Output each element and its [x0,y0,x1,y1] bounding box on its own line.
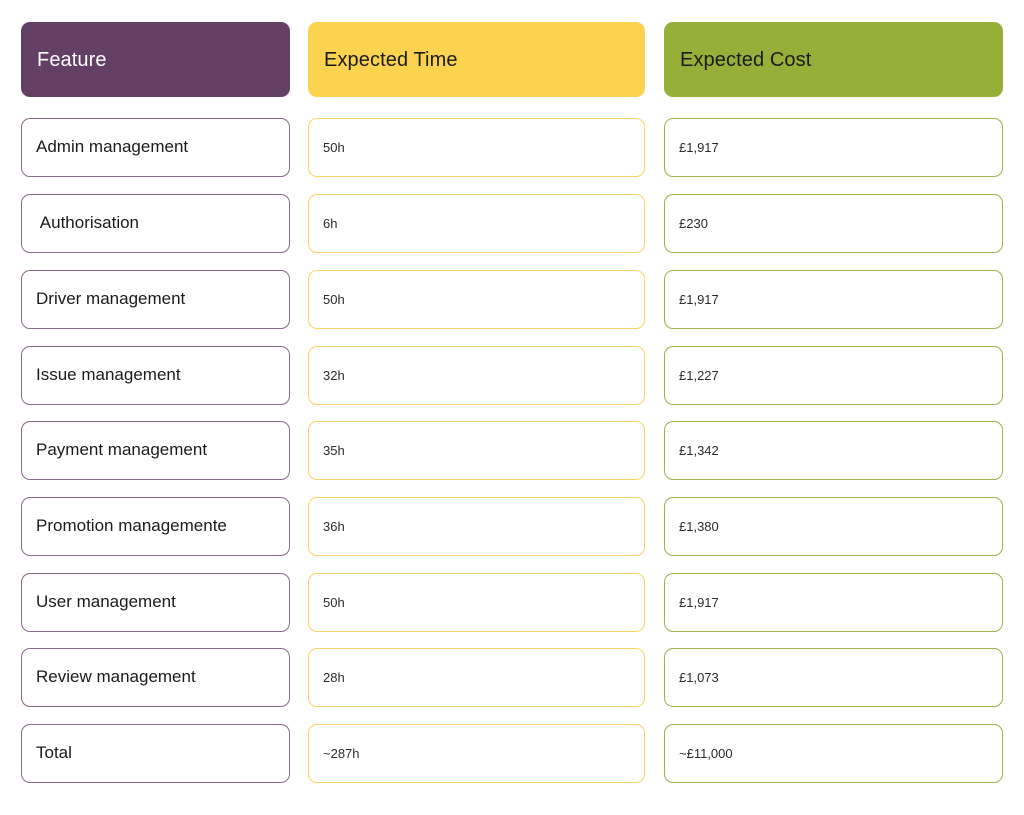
column-expected-cost: Expected Cost £1,917 £230 £1,917 £1,227 … [664,0,1003,815]
table-row-total: ~£11,000 [664,724,1003,783]
cell-expected-cost: £1,917 [679,594,719,610]
table-row: User management [21,573,290,632]
cell-feature: Payment management [36,440,208,460]
cell-expected-time: 36h [323,518,345,534]
table-row: £1,380 [664,497,1003,556]
cell-expected-cost: £1,380 [679,518,719,534]
column-header-feature: Feature [21,22,290,97]
column-header-expected-time-label: Expected Time [324,48,458,71]
cell-expected-time: 50h [323,291,345,307]
cell-expected-time: 50h [323,594,345,610]
cell-expected-cost: £1,073 [679,669,719,685]
cell-expected-time: 32h [323,367,345,383]
table-row: £230 [664,194,1003,253]
column-feature: Feature Admin management Authorisation D… [21,0,290,815]
column-header-feature-label: Feature [37,48,107,71]
table-row: Issue management [21,346,290,405]
table-row: Driver management [21,270,290,329]
cell-expected-cost: £1,342 [679,442,719,458]
table-row: 50h [308,270,645,329]
cell-expected-time: 28h [323,669,345,685]
table-row: £1,227 [664,346,1003,405]
cell-feature: Driver management [36,289,186,309]
table-row: 6h [308,194,645,253]
cell-feature: Issue management [36,365,181,385]
column-expected-time: Expected Time 50h 6h 50h 32h 35h 36h 50h… [308,0,645,815]
table-row: 50h [308,573,645,632]
table-row: £1,917 [664,270,1003,329]
cell-feature: Promotion managemente [36,516,227,536]
cell-expected-cost: £1,917 [679,139,719,155]
table-row: £1,073 [664,648,1003,707]
cell-feature: User management [36,592,176,612]
table-row: Payment management [21,421,290,480]
column-header-expected-time: Expected Time [308,22,645,97]
table-row: Review management [21,648,290,707]
cell-expected-time: 6h [323,215,338,231]
cell-expected-time-total: ~287h [323,745,360,761]
table-row: 36h [308,497,645,556]
table-row: £1,917 [664,118,1003,177]
cell-expected-time: 35h [323,442,345,458]
table-row: 50h [308,118,645,177]
table-row-total: ~287h [308,724,645,783]
table-row: 28h [308,648,645,707]
cell-feature-total: Total [36,743,72,763]
feature-estimate-table: Feature Admin management Authorisation D… [0,0,1024,815]
cell-expected-cost: £1,227 [679,367,719,383]
table-row: 32h [308,346,645,405]
table-row: Promotion managemente [21,497,290,556]
cell-feature: Authorisation [36,213,140,233]
cell-expected-cost: £1,917 [679,291,719,307]
table-row: £1,342 [664,421,1003,480]
cell-expected-time: 50h [323,139,345,155]
cell-feature: Admin management [36,137,189,157]
table-row: 35h [308,421,645,480]
table-row: £1,917 [664,573,1003,632]
column-header-expected-cost: Expected Cost [664,22,1003,97]
cell-expected-cost: £230 [679,215,708,231]
table-row: Admin management [21,118,290,177]
cell-feature: Review management [36,667,196,687]
cell-expected-cost-total: ~£11,000 [679,745,733,761]
table-row-total: Total [21,724,290,783]
table-row: Authorisation [21,194,290,253]
column-header-expected-cost-label: Expected Cost [680,48,812,71]
